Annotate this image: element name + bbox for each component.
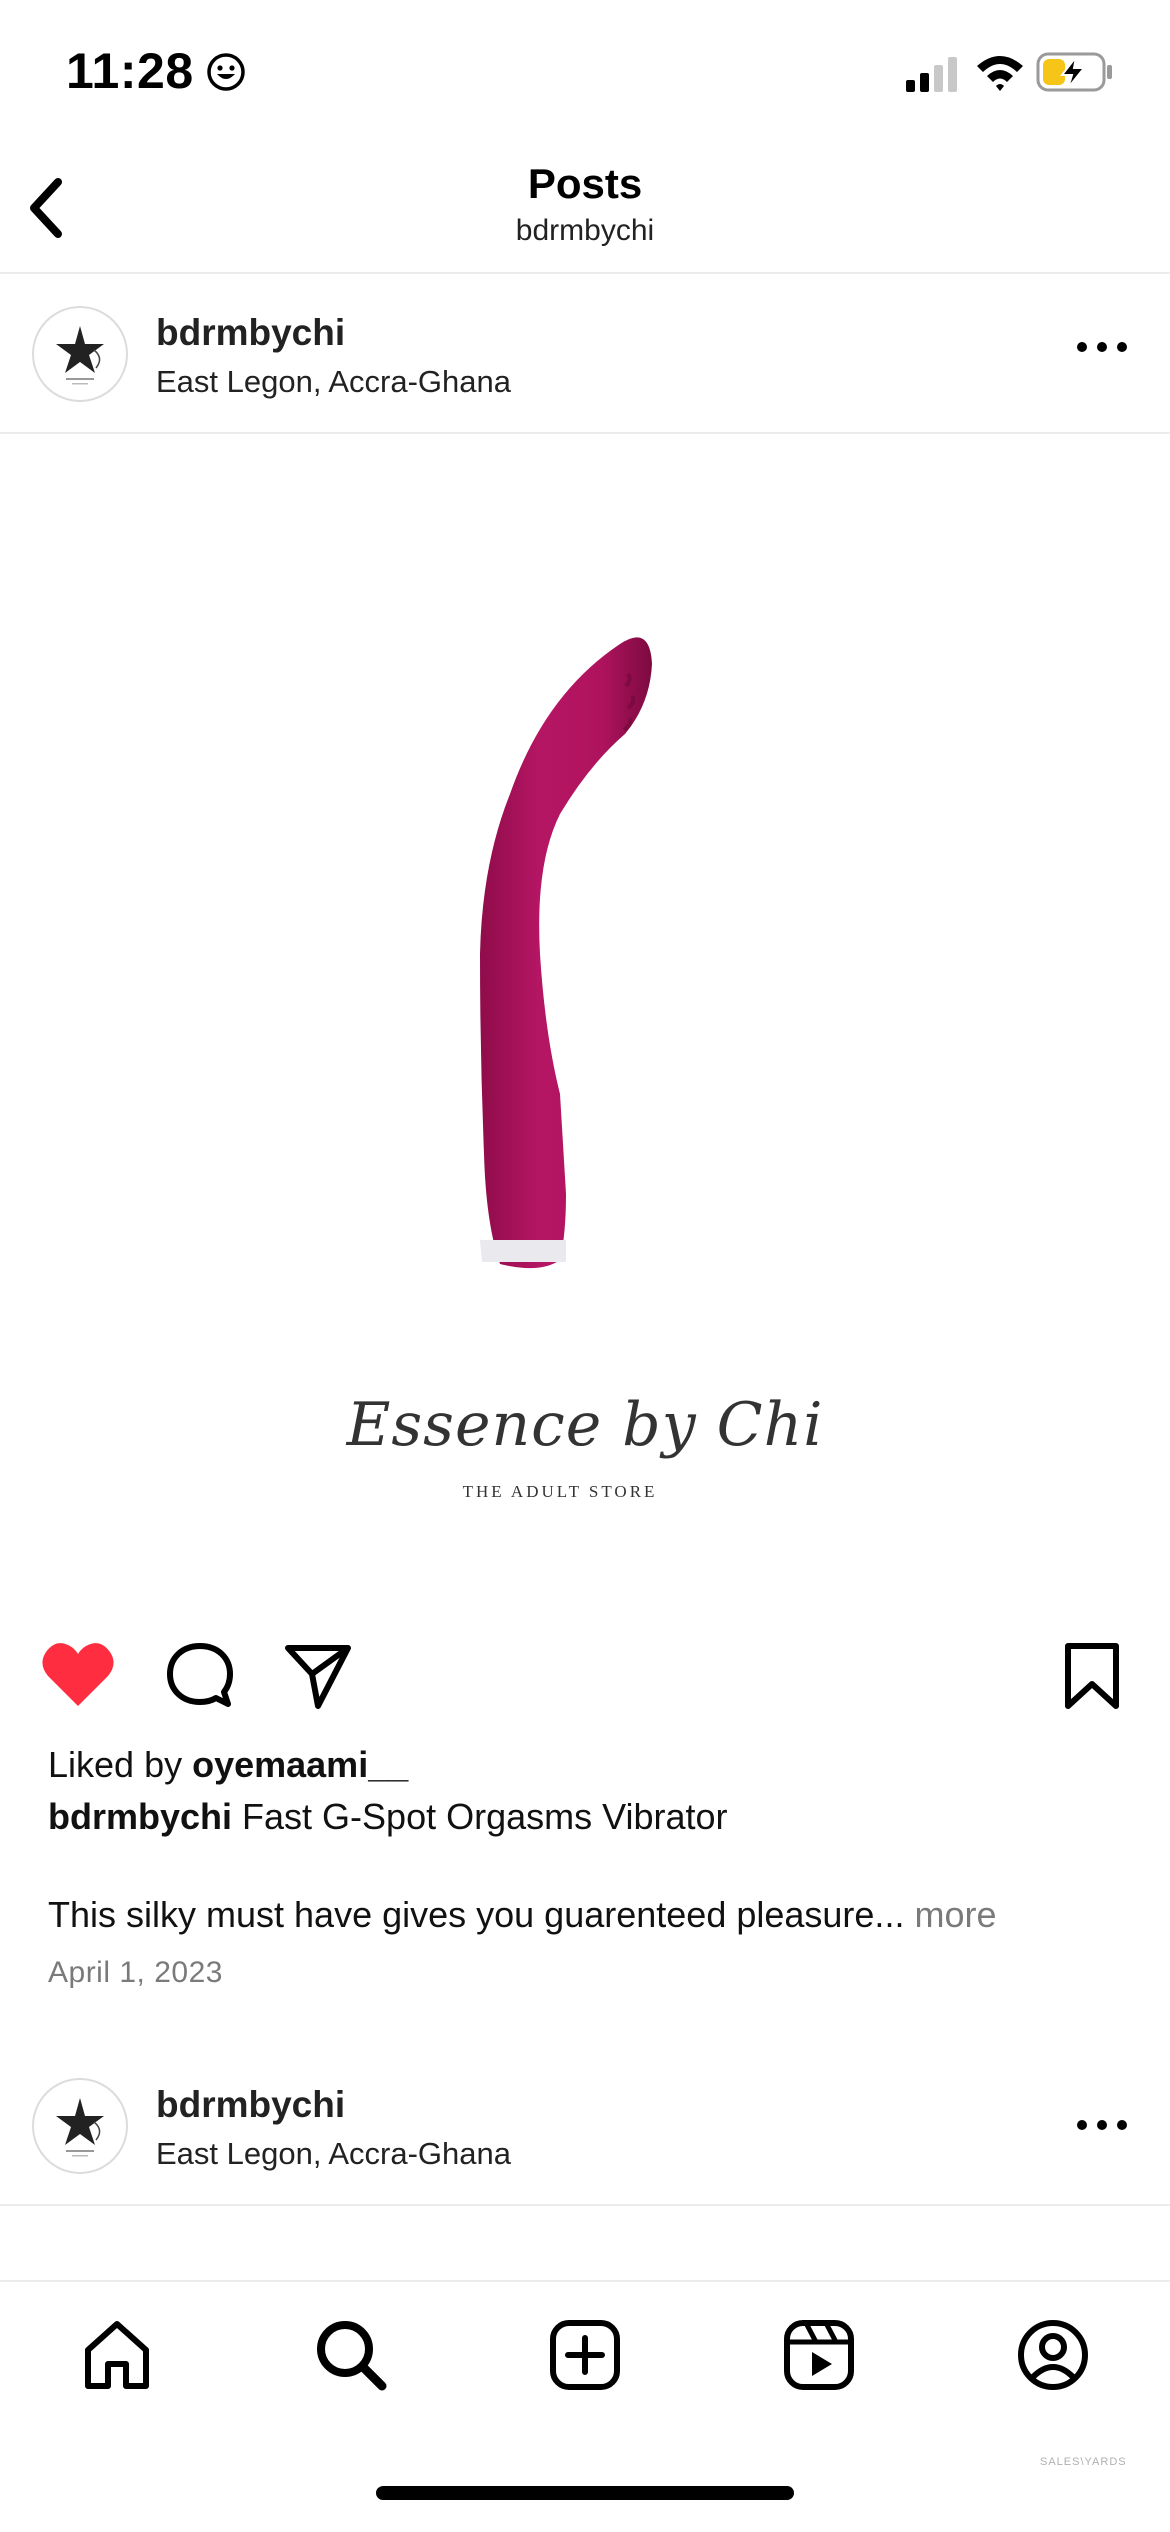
create-post-icon[interactable] [548, 2318, 622, 2397]
caption-extra: This silky must have gives you guarentee… [48, 1894, 996, 1936]
watermark: SALES\YARDS [1040, 2456, 1127, 2468]
status-time: 11:28 [66, 43, 194, 99]
liked-by[interactable]: Liked by oyemaami__ [48, 1744, 408, 1786]
bookmark-icon[interactable] [1062, 1640, 1122, 1717]
post-username[interactable]: bdrmbychi [156, 312, 345, 354]
heart-icon[interactable] [40, 1640, 116, 1715]
ellipsis-icon[interactable] [1076, 2118, 1128, 2136]
wifi-icon [975, 52, 1025, 97]
liked-by-user[interactable]: oyemaami__ [192, 1744, 408, 1785]
search-icon[interactable] [314, 2318, 388, 2397]
avatar[interactable] [32, 2078, 128, 2174]
home-icon[interactable] [80, 2318, 154, 2397]
page-subtitle: bdrmbychi [515, 214, 655, 247]
battery-charging-icon [1036, 52, 1116, 97]
caption-text: Fast G-Spot Orgasms Vibrator [232, 1796, 728, 1837]
post-location[interactable]: East Legon, Accra-Ghana [156, 2136, 511, 2172]
post-header-divider [0, 2204, 1170, 2206]
avatar[interactable] [32, 306, 128, 402]
profile-icon[interactable] [1016, 2318, 1090, 2397]
caption-username[interactable]: bdrmbychi [48, 1796, 232, 1837]
post-location[interactable]: East Legon, Accra-Ghana [156, 364, 511, 400]
header-divider [0, 272, 1170, 274]
post-username[interactable]: bdrmbychi [156, 2084, 345, 2126]
post-caption: bdrmbychi Fast G-Spot Orgasms Vibrator [48, 1796, 728, 1838]
page-title: Posts [527, 160, 643, 207]
brand-subtitle: THE ADULT STORE [462, 1482, 658, 1501]
ellipsis-icon[interactable] [1076, 340, 1128, 358]
liked-by-prefix: Liked by [48, 1744, 193, 1785]
caption-extra-text: This silky must have gives you guarentee… [48, 1894, 915, 1935]
post-date: April 1, 2023 [48, 1956, 223, 1989]
brand-script: Essence by Chi [346, 1390, 824, 1460]
cellular-signal-icon [906, 56, 960, 97]
comment-icon[interactable] [164, 1640, 236, 1717]
grinning-face-icon [206, 52, 246, 97]
caption-more-link[interactable]: more [914, 1894, 996, 1935]
share-icon[interactable] [282, 1640, 354, 1717]
reels-icon[interactable] [782, 2318, 856, 2397]
home-indicator[interactable] [376, 2486, 794, 2500]
